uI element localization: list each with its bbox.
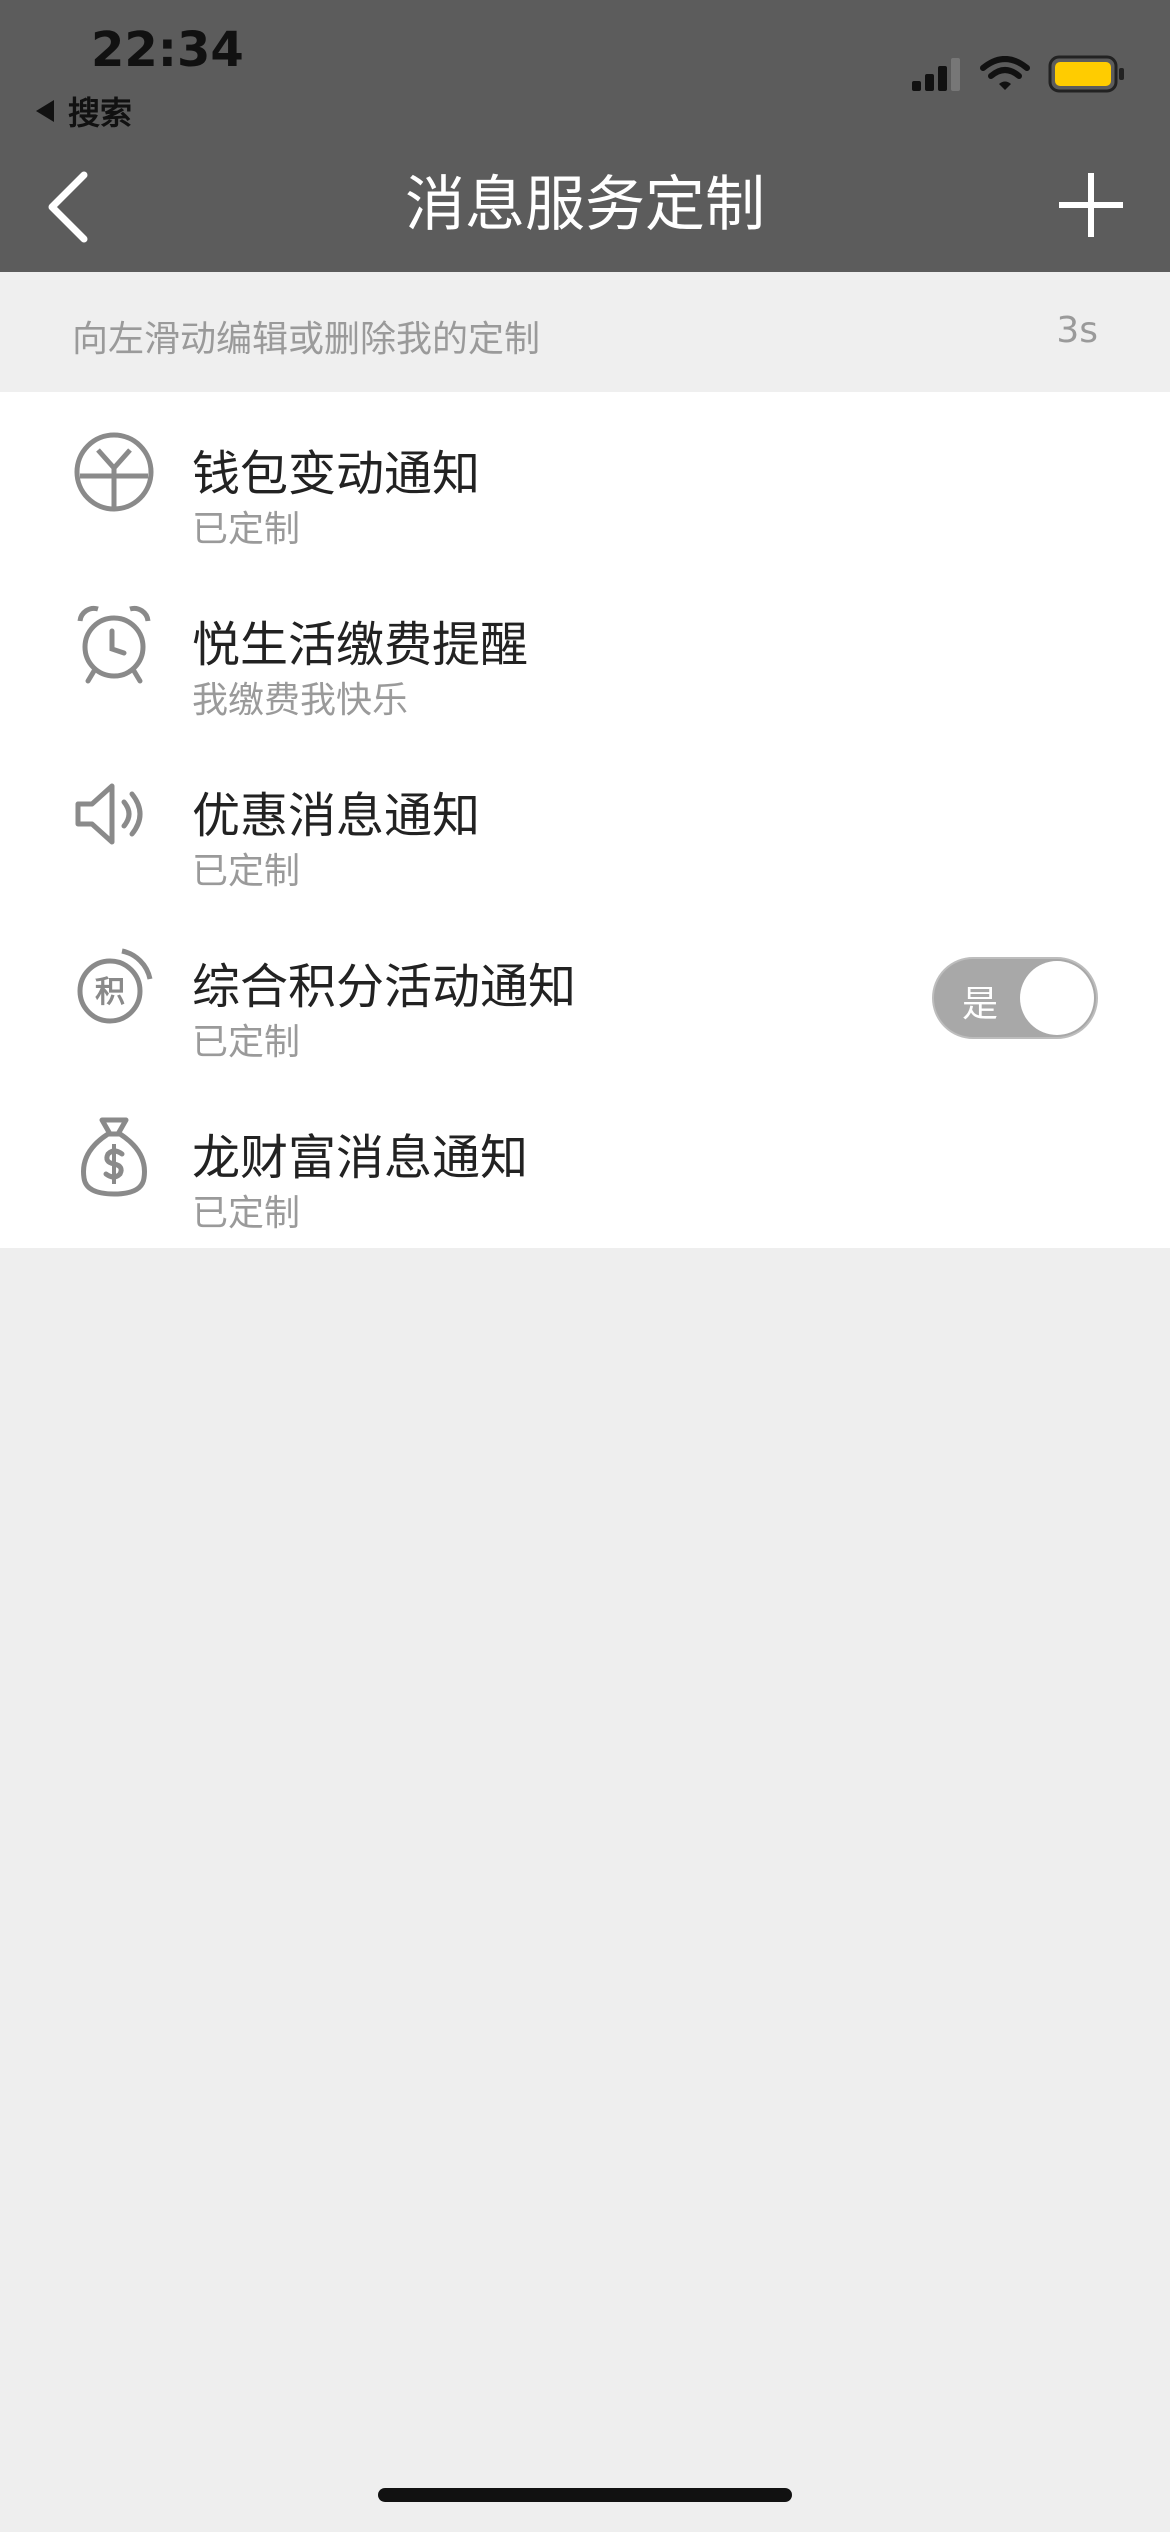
status-icons — [910, 54, 1126, 94]
list-item-wealth[interactable]: 龙财富消息通知 已定制 — [0, 1076, 1170, 1247]
subscription-toggle[interactable]: 是 — [932, 957, 1098, 1039]
yuan-coin-icon — [74, 432, 154, 512]
alarm-clock-icon — [77, 605, 151, 684]
points-glyph: 积 — [95, 975, 125, 1010]
points-icon: 积 — [77, 948, 153, 1024]
toggle-label: 是 — [962, 984, 999, 1025]
header: 22:34 搜索 消息服务定制 — [0, 0, 1170, 272]
speaker-icon — [75, 783, 143, 845]
hint-countdown: 3s — [1056, 310, 1098, 351]
item-subtitle: 已定制 — [192, 851, 301, 892]
page-title: 消息服务定制 — [405, 170, 765, 240]
list-item-bill-reminder[interactable]: 悦生活缴费提醒 我缴费我快乐 — [0, 563, 1170, 734]
list-item-points[interactable]: 积 综合积分活动通知 已定制 是 — [0, 905, 1170, 1076]
item-title: 悦生活缴费提醒 — [192, 617, 529, 673]
battery-icon — [1048, 55, 1124, 93]
hint-bar: 向左滑动编辑或删除我的定制 3s — [0, 272, 1170, 392]
item-title: 钱包变动通知 — [192, 446, 481, 502]
item-subtitle: 我缴费我快乐 — [192, 680, 409, 721]
hint-text: 向左滑动编辑或删除我的定制 — [72, 319, 541, 360]
item-title: 优惠消息通知 — [192, 788, 481, 844]
back-app-label: 搜索 — [68, 94, 133, 132]
item-subtitle: 已定制 — [192, 1193, 301, 1234]
toggle-knob — [1020, 961, 1094, 1035]
item-subtitle: 已定制 — [192, 1022, 301, 1063]
list-item-promotions[interactable]: 优惠消息通知 已定制 — [0, 734, 1170, 905]
list-item-wallet[interactable]: 钱包变动通知 已定制 — [0, 392, 1170, 563]
subscription-list: 钱包变动通知 已定制 悦生活缴费提醒 我缴费我快乐 优惠消息通知 已定制 积 综… — [0, 392, 1170, 1248]
back-to-app-link[interactable]: 搜索 — [36, 88, 132, 134]
home-indicator — [378, 2488, 792, 2502]
add-icon[interactable] — [1056, 170, 1126, 240]
item-title: 综合积分活动通知 — [192, 959, 577, 1015]
wifi-icon — [980, 56, 1030, 90]
item-subtitle: 已定制 — [192, 509, 301, 550]
item-title: 龙财富消息通知 — [192, 1130, 529, 1186]
money-bag-icon — [81, 1117, 147, 1197]
signal-icon — [912, 58, 960, 91]
back-triangle-icon — [36, 100, 54, 122]
status-time: 22:34 — [91, 22, 244, 78]
